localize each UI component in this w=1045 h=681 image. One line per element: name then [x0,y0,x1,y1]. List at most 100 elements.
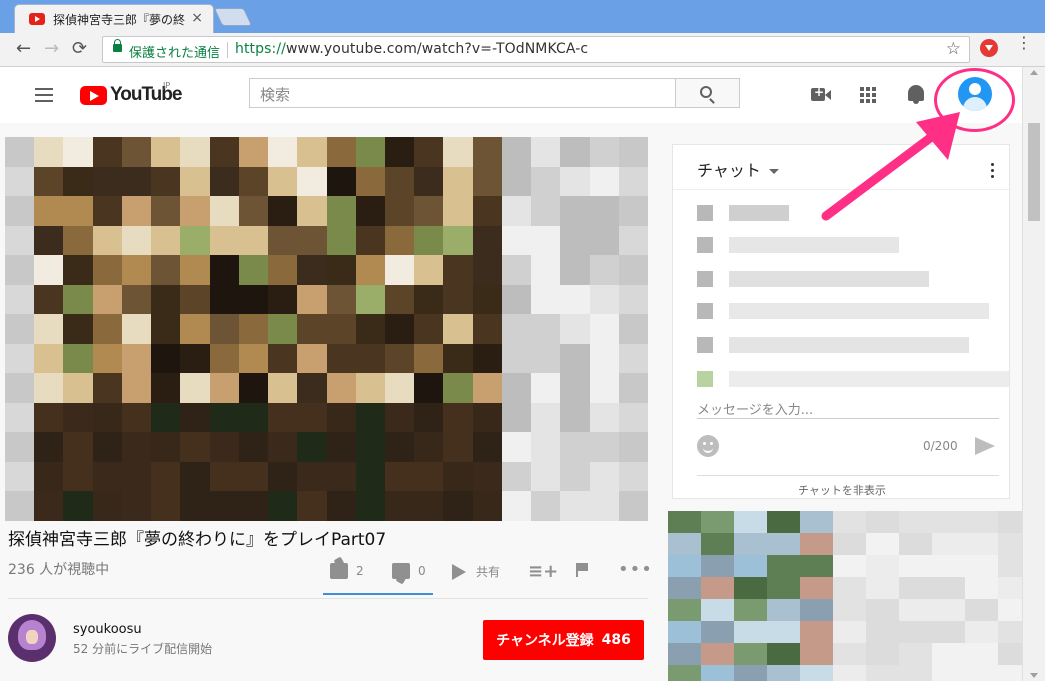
channel-name[interactable]: syoukoosu [73,622,142,637]
emoji-icon[interactable] [697,435,719,457]
logo-text: YouTube [110,84,182,105]
video-mosaic-cell [121,196,153,227]
video-player[interactable] [5,137,648,521]
video-mosaic-cell [618,137,648,168]
video-mosaic-cell [531,255,562,286]
stream-start-time: 52 分前にライブ配信開始 [73,642,213,656]
video-mosaic-cell [180,137,211,168]
recommended-thumb-cell [767,599,801,622]
video-mosaic-cell [34,255,65,286]
video-mosaic-cell [297,402,328,434]
scroll-up-icon[interactable] [1030,70,1038,75]
video-mosaic-cell [501,461,533,493]
video-mosaic-cell [472,225,503,257]
chat-message-input[interactable]: メッセージを入力... [697,393,999,419]
video-mosaic-cell [414,491,445,521]
share-button[interactable]: 共有 [452,563,500,580]
video-mosaic-cell [238,402,270,434]
scrollbar-thumb[interactable] [1028,123,1040,221]
video-mosaic-cell [472,196,503,227]
video-mosaic-cell [560,225,591,257]
forward-arrow-icon[interactable]: → [44,40,59,58]
recommended-thumb-cell [668,555,702,578]
subscribe-button[interactable]: チャンネル登録 486 [483,620,644,660]
lock-icon [113,39,122,52]
address-bar[interactable]: 保護された通信 https://www.youtube.com/watch?v=… [102,36,970,63]
browser-menu-icon[interactable]: ⋮ [1016,35,1032,51]
recommended-thumb-cell [998,577,1022,600]
video-mosaic-cell [531,166,562,198]
video-mosaic-cell [63,432,94,463]
video-mosaic-cell [209,491,240,521]
extension-icon[interactable] [980,39,998,57]
browser-tab[interactable]: 探偵神宮寺三郎『夢の終わ × [14,4,214,33]
video-mosaic-cell [268,196,299,227]
like-button[interactable]: 2 [330,563,364,579]
more-actions-icon[interactable]: ••• [618,561,653,579]
url-text[interactable]: https://www.youtube.com/watch?v=-TOdNMKC… [235,41,588,57]
video-mosaic-cell [268,225,299,257]
bookmark-star-icon[interactable]: ☆ [946,39,961,59]
chat-message-avatar [697,237,713,253]
video-mosaic-cell [121,461,153,493]
recommended-thumb-cell [932,555,966,578]
video-mosaic-cell [589,284,620,316]
notifications-bell-icon[interactable] [908,85,924,104]
chat-message-text [729,205,789,221]
video-mosaic-cell [443,137,474,168]
channel-avatar[interactable] [8,614,56,662]
reload-icon[interactable]: ⟳ [72,40,87,58]
chat-message-avatar [697,303,713,319]
video-mosaic-cell [238,491,270,521]
recommended-thumb-cell [800,511,834,534]
video-mosaic-cell [443,402,474,434]
video-mosaic-cell [63,255,94,286]
video-mosaic-cell [384,225,416,257]
page-scrollbar[interactable] [1022,67,1045,681]
back-arrow-icon[interactable]: ← [16,40,31,58]
video-mosaic-cell [34,314,65,345]
video-mosaic-cell [414,284,445,316]
video-mosaic-cell [355,343,386,375]
video-mosaic-cell [618,284,648,316]
hide-chat-button[interactable]: チャットを非表示 [673,482,1009,498]
video-mosaic-cell [297,225,328,257]
video-mosaic-cell [501,284,533,316]
recommended-thumb-cell [668,599,702,622]
chat-header[interactable]: チャット [697,157,779,181]
search-input[interactable]: 検索 [249,78,676,108]
video-mosaic-cell [326,432,357,463]
dislike-button[interactable]: 0 [392,563,426,579]
video-mosaic-cell [531,491,562,521]
recommended-thumb-cell [899,555,933,578]
upload-video-icon[interactable] [811,85,831,101]
chat-message-avatar [697,337,713,353]
chat-message-text [729,337,969,353]
hamburger-menu-icon[interactable] [35,88,53,102]
recommended-thumb-cell [800,643,834,666]
send-icon[interactable] [975,437,995,455]
video-mosaic-cell [531,225,562,257]
recommended-thumb-cell [800,665,834,681]
apps-grid-icon[interactable] [860,87,876,103]
video-mosaic-cell [414,343,445,375]
recommended-thumb-cell [800,555,834,578]
recommended-thumb-cell [701,665,735,681]
tab-close-icon[interactable]: × [191,10,203,26]
video-mosaic-cell [209,373,240,404]
recommended-videos[interactable] [668,511,1022,681]
chat-menu-icon[interactable] [991,163,995,181]
report-button[interactable] [576,563,588,577]
video-mosaic-cell [151,343,182,375]
search-button[interactable] [676,78,740,108]
recommended-thumb-cell [998,665,1022,681]
add-to-playlist-button[interactable]: ≡+ [528,561,562,582]
video-mosaic-cell [209,137,240,168]
video-mosaic-cell [589,196,620,227]
scroll-down-icon[interactable] [1030,673,1038,678]
video-mosaic-cell [297,432,328,463]
video-mosaic-cell [472,137,503,168]
new-tab-button[interactable] [213,8,253,26]
video-mosaic-cell [34,402,65,434]
video-mosaic-cell [268,284,299,316]
